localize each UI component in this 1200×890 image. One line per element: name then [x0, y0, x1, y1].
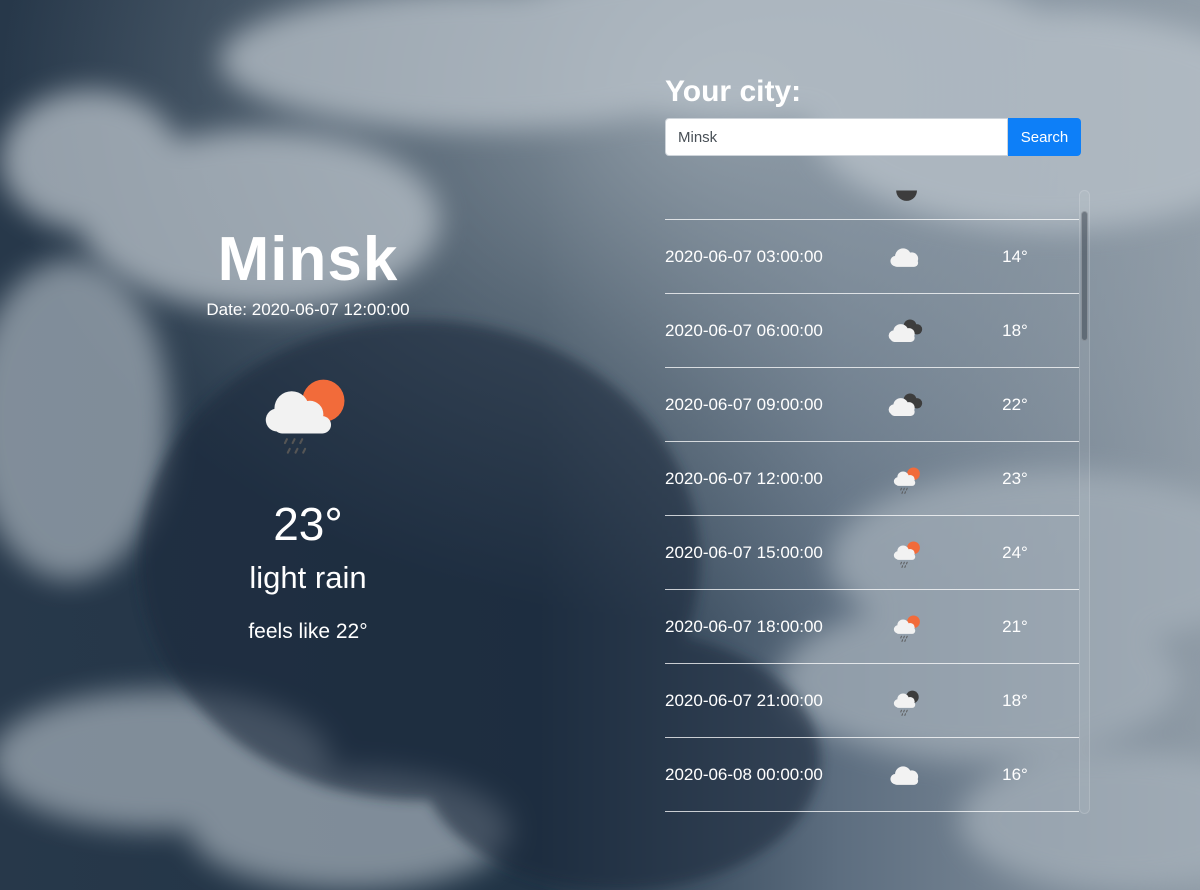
forecast-temperature: 18° — [1002, 690, 1028, 710]
light-rain-sun-icon — [893, 540, 920, 568]
forecast-temperature: 22° — [1002, 394, 1028, 414]
broken-clouds-icon — [888, 392, 923, 416]
forecast-icon-cell — [841, 527, 971, 579]
light-rain-sun-icon — [893, 466, 920, 494]
forecast-temperature: 21° — [1002, 616, 1028, 636]
forecast-list[interactable]: 2020-06-07 03:00:00 14° 2020-06-07 06:00:0… — [665, 188, 1093, 820]
forecast-datetime: 2020-06-07 12:00:00 — [665, 468, 823, 488]
light-rain-sun-icon — [893, 614, 920, 642]
forecast-temperature: 23° — [1002, 468, 1028, 488]
forecast-temperature: 24° — [1002, 542, 1028, 562]
search-area: Your city: Search — [665, 72, 1095, 156]
forecast-icon-cell — [841, 749, 971, 801]
forecast-row: 2020-06-07 21:00:00 18° — [665, 664, 1079, 738]
forecast-datetime: 2020-06-07 06:00:00 — [665, 320, 823, 340]
forecast-icon-cell — [841, 675, 971, 727]
forecast-datetime: 2020-06-07 03:00:00 — [665, 246, 823, 266]
forecast-row — [665, 188, 1079, 220]
forecast-temperature: 14° — [1002, 246, 1028, 266]
forecast-row: 2020-06-08 00:00:00 16° — [665, 738, 1079, 812]
current-date: Date: 2020-06-07 12:00:00 — [206, 300, 410, 319]
forecast-temperature: 16° — [1002, 764, 1028, 784]
cloud-icon — [890, 765, 919, 785]
forecast-icon-cell — [841, 453, 971, 505]
night-partial-icon — [896, 190, 917, 201]
forecast-temperature: 18° — [1002, 320, 1028, 340]
forecast-datetime: 2020-06-08 00:00:00 — [665, 764, 823, 784]
weather-description: light rain — [249, 560, 367, 595]
search-title: Your city: — [665, 75, 802, 108]
current-temperature: 23° — [273, 498, 343, 550]
forecast-row: 2020-06-07 18:00:00 21° — [665, 590, 1079, 664]
forecast-row: 2020-06-07 15:00:00 24° — [665, 516, 1079, 590]
cloud-icon — [890, 247, 919, 267]
forecast-row: 2020-06-07 12:00:00 23° — [665, 442, 1079, 516]
search-row: Search — [665, 118, 1095, 156]
forecast-datetime: 2020-06-07 15:00:00 — [665, 542, 823, 562]
forecast-datetime: 2020-06-07 18:00:00 — [665, 616, 823, 636]
city-name: Minsk — [217, 225, 399, 294]
forecast-row: 2020-06-07 06:00:00 18° — [665, 294, 1079, 368]
search-button[interactable]: Search — [1008, 118, 1081, 156]
forecast-icon-cell — [841, 601, 971, 653]
broken-clouds-icon — [888, 318, 923, 342]
forecast-icon-cell — [841, 379, 971, 431]
forecast-icon-cell — [841, 231, 971, 283]
light-rain-night-icon — [893, 690, 919, 716]
forecast-datetime: 2020-06-07 09:00:00 — [665, 394, 823, 414]
forecast-datetime: 2020-06-07 21:00:00 — [665, 690, 823, 710]
forecast-scrollbar[interactable] — [1079, 190, 1090, 814]
current-weather-panel: Minsk Date: 2020-06-07 12:00:00 23° ligh… — [58, 222, 558, 644]
city-search-input[interactable] — [665, 118, 1008, 156]
forecast-row: 2020-06-07 09:00:00 22° — [665, 368, 1079, 442]
forecast-icon-cell — [841, 188, 971, 209]
forecast-row: 2020-06-07 03:00:00 14° — [665, 220, 1079, 294]
forecast-list-inner: 2020-06-07 03:00:00 14° 2020-06-07 06:00:0… — [665, 188, 1079, 812]
feels-like: feels like 22° — [248, 620, 368, 643]
forecast-icon-cell — [841, 305, 971, 357]
light-rain-sun-icon — [265, 379, 345, 454]
scrollbar-thumb[interactable] — [1081, 211, 1088, 341]
